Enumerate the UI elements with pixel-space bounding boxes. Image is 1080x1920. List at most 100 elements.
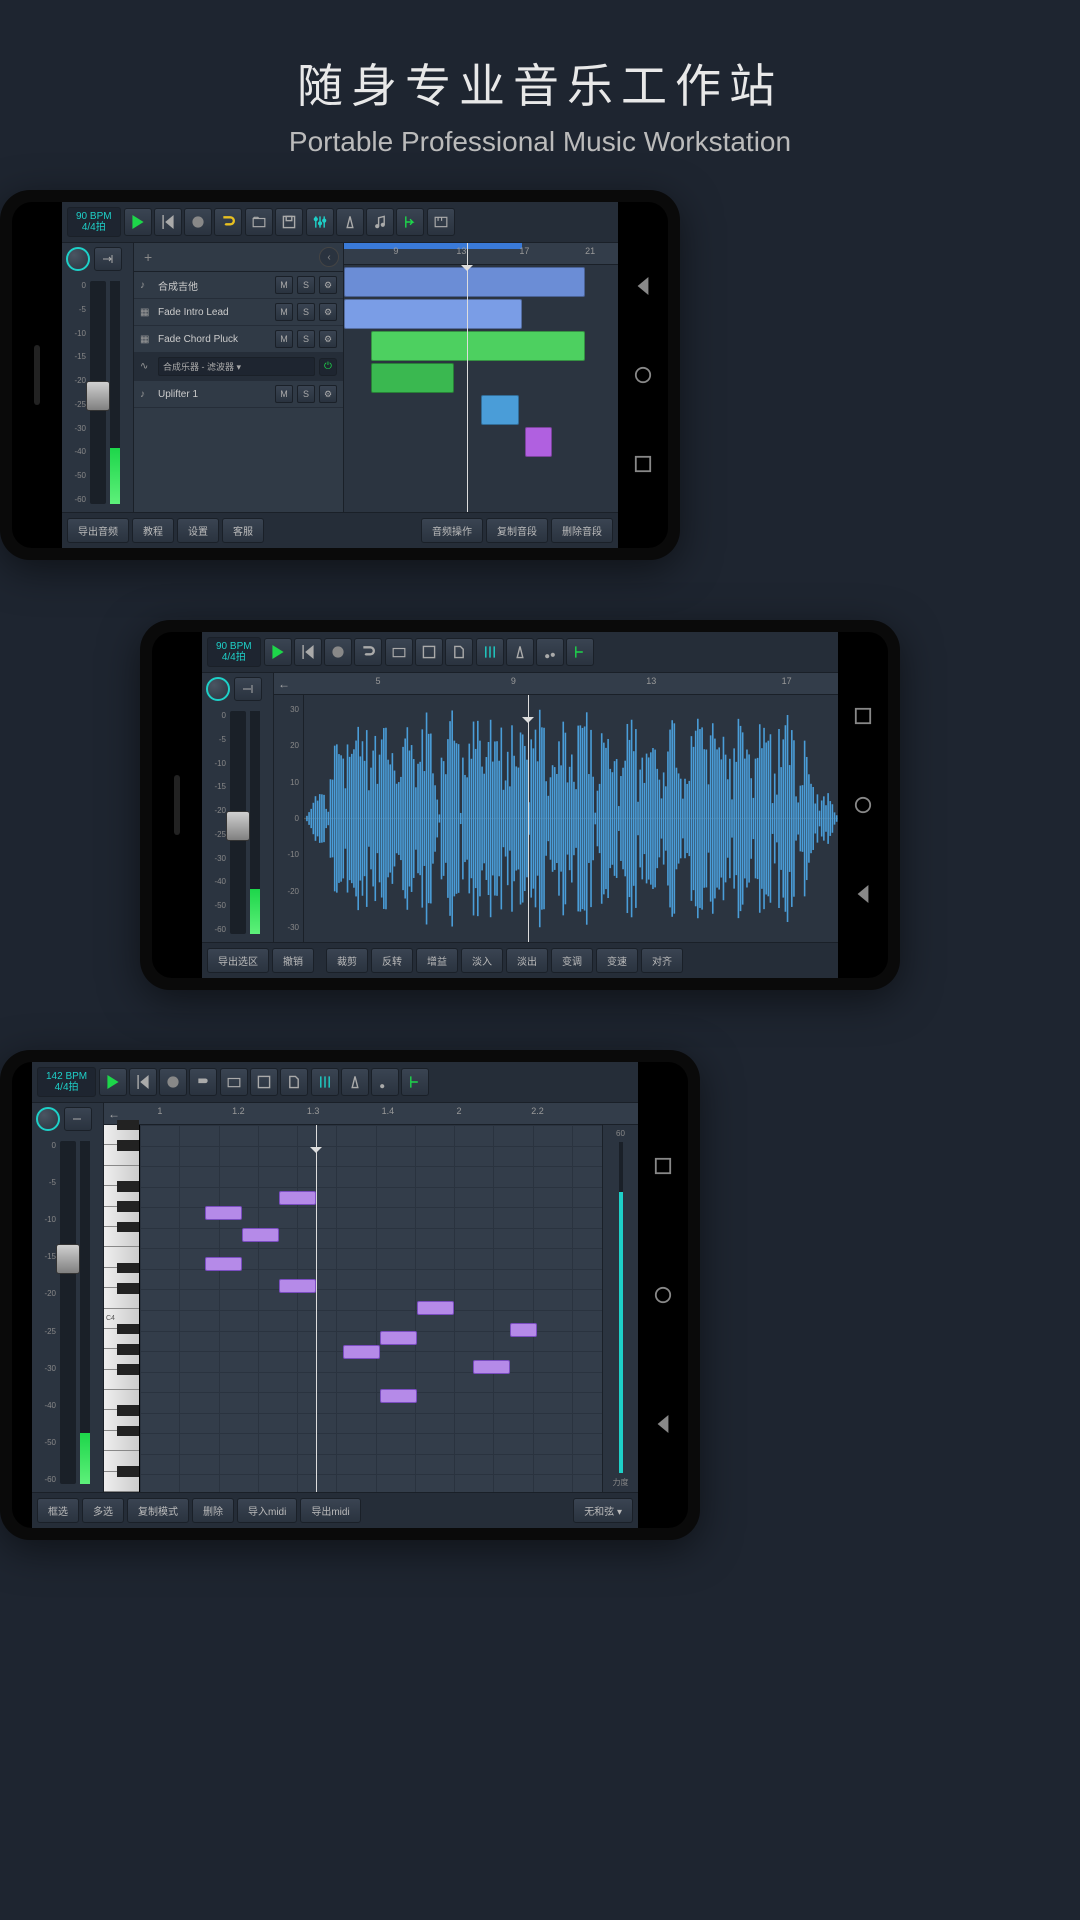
mute-button[interactable]: M [275,276,293,294]
fadein-button[interactable]: 淡入 [461,948,503,973]
record-button[interactable] [324,638,352,666]
pitch-button[interactable]: 变调 [551,948,593,973]
notes-button[interactable] [536,638,564,666]
piano-keyboard[interactable]: C4 [104,1125,140,1492]
solo-button[interactable]: S [297,276,315,294]
support-button[interactable]: 客服 [222,518,264,543]
loop-button[interactable] [354,638,382,666]
piano-button[interactable] [427,208,455,236]
track-row[interactable]: ▦Fade Chord PluckMS⚙ [134,326,343,353]
folder-button[interactable] [220,1068,248,1096]
midi-clip[interactable] [371,363,453,393]
audio-clip[interactable] [481,395,519,425]
export-midi-button[interactable]: 导出midi [300,1498,360,1523]
snap-button[interactable] [396,208,424,236]
box-select-button[interactable]: 框选 [37,1498,79,1523]
solo-button[interactable]: S [297,330,315,348]
gain-button[interactable]: 增益 [416,948,458,973]
track-row[interactable]: ♪Uplifter 1MS⚙ [134,381,343,408]
rewind-button[interactable] [294,638,322,666]
copy-mode-button[interactable]: 复制模式 [127,1498,189,1523]
nav-recent-icon[interactable] [634,455,652,473]
metronome-button[interactable] [336,208,364,236]
fx-select[interactable]: 合成乐器 - 滤波器 ▾ [158,357,315,376]
master-knob[interactable] [36,1107,60,1131]
track-row[interactable]: ♪合成吉他MS⚙ [134,272,343,299]
undo-button[interactable]: 撤销 [272,948,314,973]
mute-button[interactable]: M [275,303,293,321]
waveform-editor[interactable]: ← 5 9 13 17 3020100-10-20-30 [274,673,838,942]
chord-select[interactable]: 无和弦 ▾ [573,1498,633,1523]
ruler[interactable]: ← 1 1.2 1.3 1.4 2 2.2 [104,1103,638,1125]
nav-back-icon[interactable] [634,277,652,295]
mute-button[interactable]: M [275,330,293,348]
back-arrow-icon[interactable]: ← [278,677,290,691]
timeline[interactable]: 9 13 17 21 [344,243,618,512]
snap-button[interactable] [401,1068,429,1096]
play-button[interactable] [99,1068,127,1096]
save-button[interactable] [415,638,443,666]
power-button[interactable]: ⏻ [319,358,337,376]
import-midi-button[interactable]: 导入midi [237,1498,297,1523]
master-knob[interactable] [66,247,90,271]
midi-clip[interactable] [344,299,522,329]
expand-button[interactable] [64,1107,92,1131]
nav-recent-icon[interactable] [654,1157,672,1175]
note-grid[interactable] [140,1125,602,1492]
mixer-button[interactable] [476,638,504,666]
collapse-button[interactable]: ‹ [319,247,339,267]
audio-ops-button[interactable]: 音频操作 [421,518,483,543]
export-audio-button[interactable]: 导出音频 [67,518,129,543]
gear-icon[interactable]: ⚙ [319,276,337,294]
playhead[interactable] [467,243,468,512]
gear-icon[interactable]: ⚙ [319,330,337,348]
nav-home-icon[interactable] [634,366,652,384]
speed-button[interactable]: 变速 [596,948,638,973]
notes-button[interactable] [366,208,394,236]
midi-clip[interactable] [371,331,585,361]
mixer-button[interactable] [306,208,334,236]
loop-button[interactable] [214,208,242,236]
play-button[interactable] [264,638,292,666]
delete-button[interactable]: 删除 [192,1498,234,1523]
document-button[interactable] [280,1068,308,1096]
metronome-button[interactable] [341,1068,369,1096]
snap-button[interactable] [566,638,594,666]
export-selection-button[interactable]: 导出选区 [207,948,269,973]
nav-home-icon[interactable] [654,1286,672,1304]
solo-button[interactable]: S [297,303,315,321]
bpm-display[interactable]: 90 BPM4/4拍 [67,207,121,237]
loop-button[interactable] [189,1068,217,1096]
nav-recent-icon[interactable] [854,707,872,725]
playhead[interactable] [316,1125,317,1492]
waveform-canvas[interactable] [304,695,838,942]
record-button[interactable] [159,1068,187,1096]
save-button[interactable] [250,1068,278,1096]
folder-button[interactable] [385,638,413,666]
master-fader[interactable] [90,281,106,504]
gear-icon[interactable]: ⚙ [319,385,337,403]
expand-button[interactable] [234,677,262,701]
add-track-button[interactable]: + [138,249,315,265]
rewind-button[interactable] [129,1068,157,1096]
audio-clip[interactable] [525,427,552,457]
metronome-button[interactable] [506,638,534,666]
mute-button[interactable]: M [275,385,293,403]
nav-back-icon[interactable] [854,885,872,903]
mixer-button[interactable] [311,1068,339,1096]
ruler[interactable]: 9 13 17 21 [344,243,618,265]
rewind-button[interactable] [154,208,182,236]
delete-segment-button[interactable]: 删除音段 [551,518,613,543]
expand-button[interactable] [94,247,122,271]
loop-region[interactable] [344,243,522,249]
record-button[interactable] [184,208,212,236]
align-button[interactable]: 对齐 [641,948,683,973]
velocity-slider[interactable] [619,1142,623,1473]
master-knob[interactable] [206,677,230,701]
notes-button[interactable] [371,1068,399,1096]
gear-icon[interactable]: ⚙ [319,303,337,321]
settings-button[interactable]: 设置 [177,518,219,543]
copy-segment-button[interactable]: 复制音段 [486,518,548,543]
master-fader[interactable] [230,711,246,934]
bpm-display[interactable]: 90 BPM4/4拍 [207,637,261,667]
